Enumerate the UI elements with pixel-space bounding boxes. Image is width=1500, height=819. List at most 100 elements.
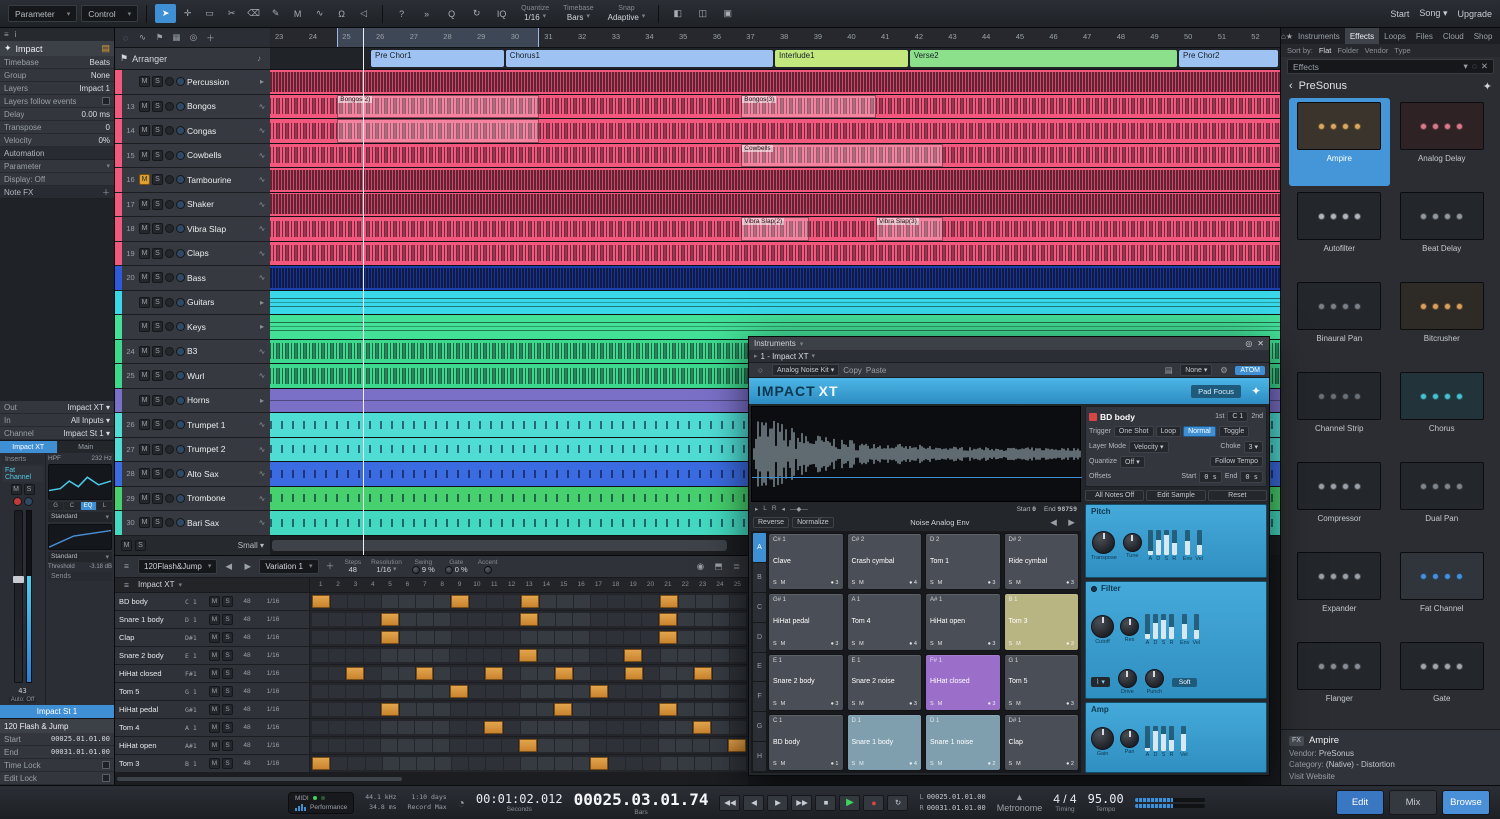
step-cell[interactable] [538,667,554,680]
transpose-knob[interactable] [1092,531,1115,554]
step-cell[interactable] [417,631,433,644]
pan-knob[interactable] [1120,729,1139,748]
step-cell[interactable] [730,595,746,608]
step-cell[interactable] [713,613,729,626]
step-cell[interactable] [346,703,362,716]
pattern-row-header[interactable]: Tom 4 A 1 M S 48 1/16 [115,719,310,736]
mute-button[interactable]: M [139,150,150,161]
pad-mute[interactable]: M [938,580,943,586]
mute-button[interactable]: M [139,517,150,528]
step-cell[interactable] [346,613,362,626]
note-fx-header[interactable]: Note FX＋ [0,186,114,199]
accent-knob[interactable] [484,566,492,574]
step-cell[interactable] [625,703,641,716]
reset-button[interactable]: Reset [1208,490,1267,501]
pad-solo[interactable]: S [930,580,934,586]
prev-sample-button[interactable]: ◀ [1046,515,1061,529]
step-cell[interactable] [504,667,520,680]
drum-pad[interactable]: D# 2 Ride cymbal SM● 3 [1004,533,1080,590]
pad-bank-E[interactable]: E [753,653,766,682]
pattern-row-header[interactable]: Tom 3 B 1 M S 48 1/16 [115,755,310,772]
step-cell[interactable] [381,703,399,716]
pad-solo[interactable]: S [1009,641,1013,647]
offset-start-field[interactable]: 0 s [1199,471,1222,483]
gain-knob[interactable] [1091,727,1114,750]
step-cell[interactable] [537,703,553,716]
timeline-track[interactable]: Vibra Slap(2)Vibra Slap(3) [270,217,1280,242]
pad-solo[interactable]: S [773,580,777,586]
sort-option-folder[interactable]: Folder [1337,46,1358,55]
add-note-fx-button[interactable]: ＋ [102,187,110,198]
song-menu-button[interactable]: Song ▾ [1419,8,1447,19]
pencil-icon[interactable]: ♪ [253,54,265,63]
step-cell[interactable] [383,757,399,770]
monitor-button[interactable] [176,249,185,258]
timeline-track[interactable] [270,291,1280,316]
pad-solo[interactable]: S [930,701,934,707]
monitor-button[interactable] [176,494,185,503]
step-cell[interactable] [400,757,416,770]
track-header[interactable]: 25 M S Wurl ∿ [115,364,270,389]
step-cell[interactable] [364,721,380,734]
step-cell[interactable] [398,721,414,734]
cutoff-knob[interactable] [1091,615,1114,638]
pad-bank-F[interactable]: F [753,682,766,711]
mute-button[interactable]: M [139,101,150,112]
arranger-section[interactable]: Interlude1 [775,50,908,67]
drum-pad[interactable]: G# 1 HiHat pedal SM● 3 [768,593,844,650]
edit-view-button[interactable]: Edit [1336,790,1384,815]
pad-solo[interactable]: S [1009,580,1013,586]
pad-solo[interactable]: S [852,701,856,707]
step-cell[interactable] [365,667,381,680]
arranger-section[interactable]: Chorus1 [506,50,773,67]
pad-mute[interactable]: M [781,580,786,586]
parameter-dropdown[interactable]: Parameter▾ [8,5,77,22]
filter-type-dropdown[interactable]: ⌇ ▾ [1091,677,1110,687]
global-solo-button[interactable]: S [135,540,146,551]
scrollbar-thumb[interactable] [117,777,402,781]
step-cell[interactable] [678,757,694,770]
timeline-track[interactable] [270,70,1280,95]
step-cell[interactable] [504,685,520,698]
monitor-button[interactable] [176,126,185,135]
mute-button[interactable]: M [139,321,150,332]
step-cell[interactable] [678,613,694,626]
step-cell[interactable] [417,703,433,716]
record-arm-button[interactable] [165,151,174,160]
row-solo-button[interactable]: S [222,650,233,661]
step-cell[interactable] [676,739,692,752]
time-signature-display[interactable]: 4 / 4 Timing [1053,792,1076,813]
track-header[interactable]: 19 M S Claps ∿ [115,242,270,267]
midi-input-dropdown[interactable]: None ▾ [1180,364,1212,376]
track-header[interactable]: M S Keys ▸ [115,315,270,340]
step-cell[interactable] [555,631,571,644]
inspector-property[interactable]: LayersImpact 1 [0,82,114,95]
step-cell[interactable] [728,739,746,752]
step-cell[interactable] [399,667,415,680]
timeline-track[interactable] [270,242,1280,267]
step-cell[interactable] [693,739,709,752]
pad-mute[interactable]: M [859,761,864,767]
step-cell[interactable] [641,631,657,644]
step-cell[interactable] [363,613,379,626]
step-cell[interactable] [608,595,624,608]
swing-knob[interactable] [412,566,420,574]
mute-tool[interactable]: M [287,4,308,23]
drum-pad[interactable]: C# 1 Clave SM● 3 [768,533,844,590]
hpf-value[interactable]: 232 Hz [91,455,112,462]
checkbox[interactable] [102,774,110,782]
row-solo-button[interactable]: S [222,668,233,679]
autoscroll-button[interactable]: » [416,4,437,23]
track-header[interactable]: 14 M S Congas ∿ [115,119,270,144]
channel-tab-device[interactable]: Impact XT [0,441,57,453]
step-cell[interactable] [468,613,484,626]
loop-region[interactable] [337,28,539,47]
pattern-row-header[interactable]: Tom 5 G 1 M S 48 1/16 [115,683,310,700]
step-cell[interactable] [713,667,729,680]
step-cell[interactable] [469,631,485,644]
event-property[interactable]: End00031.01.01.00 [0,746,114,759]
step-cell[interactable] [329,667,345,680]
sample-waveform-display[interactable] [751,406,1081,502]
step-cell[interactable] [400,613,416,626]
step-cell[interactable] [467,721,483,734]
